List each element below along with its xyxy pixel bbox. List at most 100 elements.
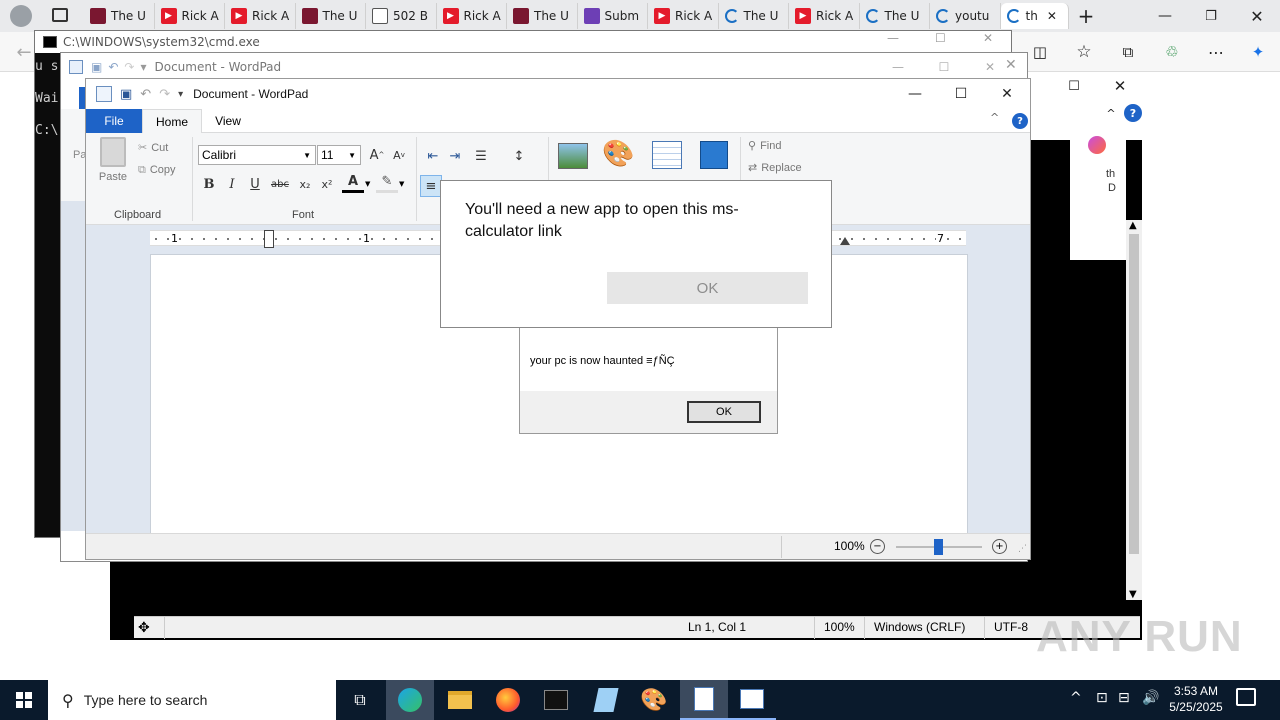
browser-minimize-button[interactable]: — xyxy=(1142,0,1188,32)
zoom-out-icon[interactable]: − xyxy=(870,539,885,554)
decrease-indent-icon[interactable]: ⇤ xyxy=(422,145,444,167)
file-explorer-taskbar-icon[interactable] xyxy=(436,680,484,720)
undo-icon[interactable]: ↶ xyxy=(140,87,151,102)
browser-tab[interactable]: Subm xyxy=(578,3,648,29)
underline-button[interactable]: U xyxy=(244,173,266,195)
wordpad-taskbar-icon[interactable] xyxy=(680,680,728,720)
date-time-icon[interactable] xyxy=(652,141,682,169)
workspaces-icon[interactable] xyxy=(52,8,68,22)
close-tab-icon[interactable]: ✕ xyxy=(1047,9,1057,23)
favorites-icon[interactable]: ☆ xyxy=(1072,40,1096,64)
browser-tab[interactable]: The U xyxy=(860,3,930,29)
browser-tab[interactable]: ▶ Rick A xyxy=(437,3,507,29)
wordpad-back-maximize-button[interactable]: ☐ xyxy=(921,53,967,81)
increase-indent-icon[interactable]: ⇥ xyxy=(444,145,466,167)
notepad-close-button[interactable]: ✕ xyxy=(1106,76,1134,96)
notepad-taskbar-icon[interactable] xyxy=(582,680,630,720)
collections-icon[interactable]: ⧉ xyxy=(1116,40,1140,64)
redo-icon[interactable]: ↷ xyxy=(159,87,170,102)
profile-avatar[interactable] xyxy=(10,5,32,27)
bullet-list-icon[interactable]: ☰ xyxy=(470,145,492,167)
notepad-help-icon[interactable]: ? xyxy=(1124,104,1142,122)
strikethrough-button[interactable]: abc xyxy=(269,173,291,195)
browser-tab[interactable]: youtu xyxy=(930,3,1001,29)
tab-view[interactable]: View xyxy=(208,109,248,133)
cmd-maximize-button[interactable]: ☐ xyxy=(935,31,946,45)
show-hidden-icons[interactable]: ^ xyxy=(1070,690,1082,706)
browser-tab[interactable]: 502 B xyxy=(366,3,437,29)
move-handle-icon[interactable]: ✥ xyxy=(138,619,150,636)
back-icon[interactable]: ← xyxy=(12,40,36,64)
notepad-scrollbar[interactable]: ▲ ▼ xyxy=(1126,220,1142,600)
notepad-maximize-button[interactable]: ☐ xyxy=(1060,76,1088,96)
browser-tab[interactable]: th ✕ xyxy=(1000,3,1069,29)
minimize-ribbon-icon[interactable]: ^ xyxy=(990,111,999,124)
save-icon[interactable]: ▣ xyxy=(120,87,132,102)
zoom-slider[interactable] xyxy=(896,539,982,555)
browser-close-button[interactable]: ✕ xyxy=(1234,0,1280,32)
insert-object-icon[interactable] xyxy=(700,141,728,169)
wordpad-back-minimize-button[interactable]: — xyxy=(875,53,921,81)
bold-button[interactable]: B xyxy=(198,173,220,195)
zoom-slider-thumb[interactable] xyxy=(934,539,943,555)
scroll-thumb[interactable] xyxy=(1129,234,1139,554)
volume-icon[interactable]: 🔊 xyxy=(1142,690,1159,706)
replace-button[interactable]: ⇄ Replace xyxy=(748,161,802,174)
split-screen-icon[interactable]: ◫ xyxy=(1028,40,1052,64)
collapse-ribbon-icon[interactable]: ^ xyxy=(1104,104,1118,122)
highlight-button[interactable]: ✎ xyxy=(376,173,398,193)
wordpad-close-button[interactable]: ✕ xyxy=(984,79,1030,109)
highlight-dropdown-icon[interactable]: ▼ xyxy=(399,180,404,188)
subscript-button[interactable]: x₂ xyxy=(294,173,316,195)
more-menu-icon[interactable]: ⋯ xyxy=(1204,40,1228,64)
browser-tab[interactable]: ▶ Rick A xyxy=(155,3,225,29)
wordpad-minimize-button[interactable]: — xyxy=(892,79,938,109)
font-color-button[interactable]: A xyxy=(342,173,364,193)
scroll-down-arrow-icon[interactable]: ▼ xyxy=(1129,589,1137,600)
tab-file[interactable]: File xyxy=(86,109,142,133)
customize-qat-icon[interactable]: ▾ xyxy=(178,89,183,100)
message-box-ok-button[interactable]: OK xyxy=(687,401,761,423)
browser-tab[interactable]: The U xyxy=(719,3,789,29)
wordpad-taskbar-icon-2[interactable] xyxy=(728,680,776,720)
help-icon[interactable]: ? xyxy=(1012,113,1028,129)
cmd-close-button[interactable]: ✕ xyxy=(983,31,993,45)
font-name-select[interactable]: Calibri ▼ xyxy=(198,145,316,165)
browser-tab[interactable]: The U xyxy=(84,3,155,29)
browser-tab[interactable]: The U xyxy=(296,3,366,29)
zoom-in-icon[interactable]: + xyxy=(992,539,1007,554)
resize-grip-icon[interactable]: ⋰ xyxy=(1018,544,1027,554)
extensions-icon[interactable]: ♲ xyxy=(1160,40,1184,64)
shrink-font-icon[interactable]: Av xyxy=(388,144,410,166)
tab-home[interactable]: Home xyxy=(142,109,202,134)
redo-icon[interactable]: ↷ xyxy=(124,60,134,74)
taskbar-clock[interactable]: 3:53 AM 5/25/2025 xyxy=(1164,683,1228,715)
undo-icon[interactable]: ↶ xyxy=(108,60,118,74)
taskbar-search-box[interactable]: ⚲ Type here to search xyxy=(48,680,336,720)
browser-restore-button[interactable]: ❐ xyxy=(1188,0,1234,32)
cut-button[interactable]: ✂ Cut xyxy=(138,141,168,154)
browser-tab[interactable]: ▶ Rick A xyxy=(225,3,296,29)
browser-tab[interactable]: ▶ Rick A xyxy=(648,3,719,29)
wordpad-back-close-x[interactable]: ✕ xyxy=(1005,57,1017,73)
edge-taskbar-icon[interactable] xyxy=(386,680,434,720)
copy-button[interactable]: ⧉ Copy xyxy=(138,163,176,177)
new-tab-button[interactable]: + xyxy=(1072,4,1100,28)
customize-qat-icon[interactable]: ▾ xyxy=(140,60,146,74)
italic-button[interactable]: I xyxy=(221,173,243,195)
copilot-icon[interactable]: ✦ xyxy=(1245,40,1271,64)
scroll-up-arrow-icon[interactable]: ▲ xyxy=(1129,220,1137,231)
line-spacing-icon[interactable]: ↕ xyxy=(508,145,530,167)
right-indent-marker[interactable] xyxy=(840,237,850,245)
network-icon[interactable]: ⊡ xyxy=(1096,690,1108,706)
wordpad-maximize-button[interactable]: ☐ xyxy=(938,79,984,109)
picture-icon[interactable] xyxy=(558,143,588,169)
open-link-dialog-ok-button[interactable]: OK xyxy=(607,272,808,304)
firefox-taskbar-icon[interactable] xyxy=(484,680,532,720)
cmd-taskbar-icon[interactable] xyxy=(532,680,580,720)
paste-button[interactable]: Paste xyxy=(96,137,130,193)
browser-tab[interactable]: ▶ Rick A xyxy=(789,3,860,29)
browser-tab[interactable]: The U xyxy=(507,3,578,29)
align-left-icon[interactable]: ≡ xyxy=(420,175,442,197)
notifications-icon[interactable] xyxy=(1236,688,1256,706)
